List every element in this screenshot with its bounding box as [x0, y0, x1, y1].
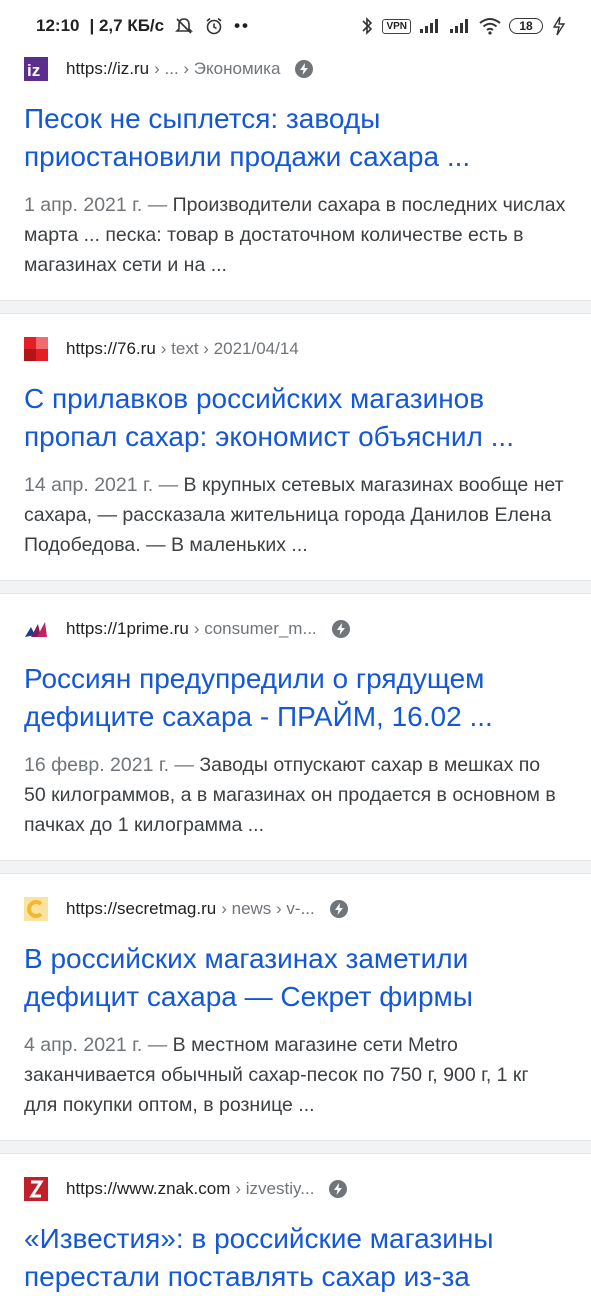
clock: 12:10 — [36, 16, 80, 35]
result-url-host: https://secretmag.ru — [66, 899, 217, 918]
result-date: 14 апр. 2021 г. — — [24, 474, 179, 496]
search-result[interactable]: https://1prime.ru › consumer_m... Россия… — [0, 594, 591, 860]
result-snippet: 4 апр. 2021 г. — В местном магазине сети… — [24, 1030, 567, 1120]
result-title[interactable]: С прилавков российских магазинов пропал … — [24, 380, 567, 456]
amp-lightning-icon — [331, 619, 351, 639]
result-divider — [0, 580, 591, 594]
result-source[interactable]: https://1prime.ru › consumer_m... — [24, 612, 567, 646]
result-url-host: https://iz.ru — [66, 59, 150, 78]
status-bar: 12:10 | 2,7 КБ/с •• VPN 18 — [0, 0, 591, 52]
result-url-host: https://www.znak.com — [66, 1179, 231, 1198]
status-right: VPN 18 — [360, 16, 567, 36]
iz-favicon-icon: iz — [24, 57, 48, 81]
search-result[interactable]: iz https://iz.ru › ... › Экономика Песок… — [0, 52, 591, 300]
znak-favicon-icon — [24, 1177, 48, 1201]
result-snippet: 1 апр. 2021 г. — Производители сахара в … — [24, 190, 567, 280]
vpn-icon: VPN — [382, 18, 411, 34]
charging-icon — [551, 16, 567, 36]
result-url-host: https://1prime.ru — [66, 619, 189, 638]
result-divider — [0, 860, 591, 874]
result-url-path: › izvestiy... — [235, 1179, 315, 1198]
net-speed: | 2,7 КБ/с — [89, 16, 165, 35]
bluetooth-icon — [360, 16, 374, 36]
result-title[interactable]: Песок не сыплется: заводы приостановили … — [24, 100, 567, 176]
battery-icon: 18 — [509, 18, 543, 34]
result-date: 4 апр. 2021 г. — — [24, 1034, 168, 1056]
result-source[interactable]: iz https://iz.ru › ... › Экономика — [24, 52, 567, 86]
secretmag-favicon-icon — [24, 897, 48, 921]
result-snippet: 16 февр. 2021 г. — Заводы отпускают саха… — [24, 750, 567, 840]
amp-lightning-icon — [294, 59, 314, 79]
search-results: iz https://iz.ru › ... › Экономика Песок… — [0, 52, 591, 1294]
signal-1-icon — [419, 18, 441, 34]
result-source[interactable]: https://www.znak.com › izvestiy... — [24, 1172, 567, 1206]
result-url-path: › news › v-... — [221, 899, 315, 918]
wifi-icon — [479, 17, 501, 35]
mute-notifications-icon — [174, 16, 194, 36]
status-left: 12:10 | 2,7 КБ/с •• — [36, 16, 250, 36]
result-divider — [0, 1140, 591, 1154]
result-url-path: › ... › Экономика — [154, 59, 281, 78]
result-url-host: https://76.ru — [66, 339, 156, 358]
result-date: 1 апр. 2021 г. — — [24, 194, 168, 216]
search-result[interactable]: https://76.ru › text › 2021/04/14 С прил… — [0, 314, 591, 580]
result-title[interactable]: «Известия»: в российские магазины перест… — [24, 1220, 567, 1296]
search-result[interactable]: https://www.znak.com › izvestiy... «Изве… — [0, 1154, 591, 1294]
more-notifications-dots: •• — [234, 16, 250, 35]
result-date: 16 февр. 2021 г. — — [24, 754, 194, 776]
result-divider — [0, 300, 591, 314]
amp-lightning-icon — [329, 899, 349, 919]
alarm-icon — [204, 16, 224, 36]
result-url-path: › consumer_m... — [193, 619, 317, 638]
result-url-path: › text › 2021/04/14 — [160, 339, 299, 358]
result-source[interactable]: https://76.ru › text › 2021/04/14 — [24, 332, 567, 366]
1prime-favicon-icon — [24, 617, 48, 641]
result-title[interactable]: В российских магазинах заметили дефицит … — [24, 940, 567, 1016]
result-snippet: 14 апр. 2021 г. — В крупных сетевых мага… — [24, 470, 567, 560]
svg-text:iz: iz — [27, 61, 40, 80]
76ru-favicon-icon — [24, 337, 48, 361]
result-source[interactable]: https://secretmag.ru › news › v-... — [24, 892, 567, 926]
signal-2-icon — [449, 18, 471, 34]
search-result[interactable]: https://secretmag.ru › news › v-... В ро… — [0, 874, 591, 1140]
result-title[interactable]: Россиян предупредили о грядущем дефиците… — [24, 660, 567, 736]
amp-lightning-icon — [328, 1179, 348, 1199]
